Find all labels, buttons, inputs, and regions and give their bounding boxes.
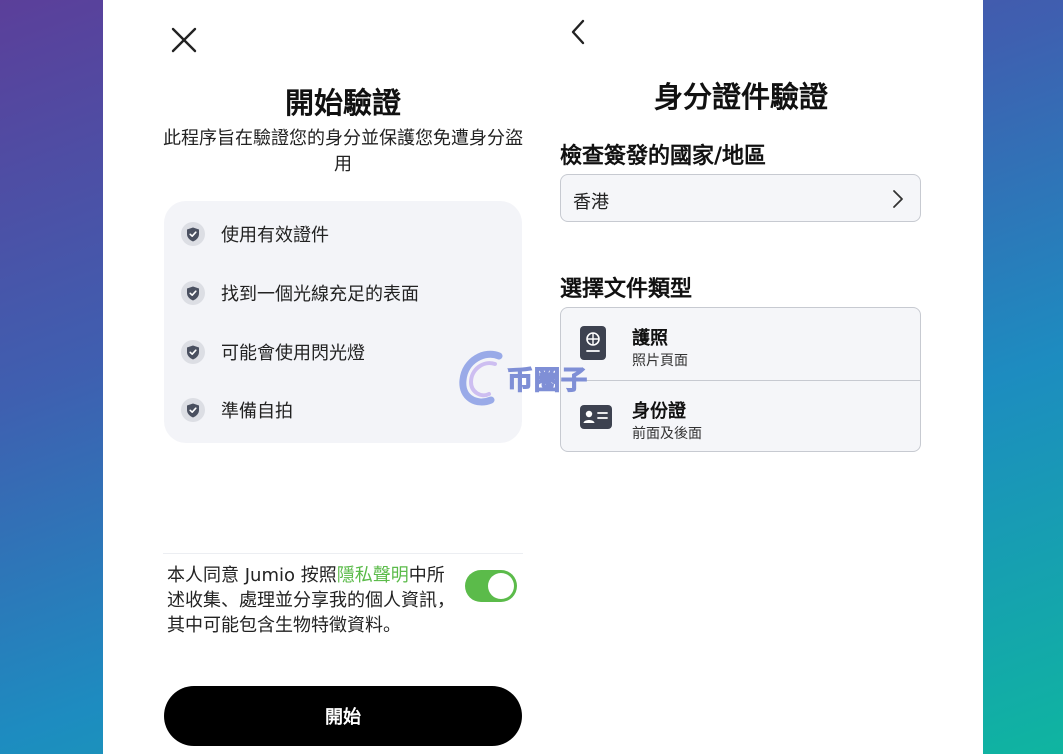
country-value: 香港 bbox=[573, 192, 609, 213]
watermark-logo-icon bbox=[459, 350, 503, 406]
checklist-item-label: 找到一個光線充足的表面 bbox=[221, 284, 419, 305]
shield-check-icon bbox=[181, 222, 205, 246]
doc-option-passport[interactable]: 護照 照片頁面 bbox=[561, 308, 920, 380]
doc-type-label: 選擇文件類型 bbox=[560, 277, 693, 302]
checklist-item-label: 可能會使用閃光燈 bbox=[221, 343, 365, 364]
shield-check-icon bbox=[181, 281, 205, 305]
shield-check-icon bbox=[181, 398, 205, 422]
watermark-text: 币圈子 bbox=[506, 365, 589, 396]
back-chevron-icon[interactable] bbox=[568, 18, 590, 46]
page-title: 身分證件驗證 bbox=[653, 80, 828, 114]
page-title: 開始驗證 bbox=[284, 86, 401, 120]
consent-prefix: 本人同意 Jumio 按照 bbox=[167, 565, 337, 586]
consent-text: 本人同意 Jumio 按照隱私聲明中所述收集、處理並分享我的個人資訊，其中可能包… bbox=[167, 563, 457, 638]
close-icon[interactable] bbox=[171, 27, 197, 53]
checklist-item: 找到一個光線充足的表面 bbox=[181, 278, 419, 308]
country-label: 檢查簽發的國家/地區 bbox=[560, 144, 767, 169]
chevron-right-icon bbox=[893, 190, 903, 208]
toggle-knob bbox=[488, 573, 514, 599]
divider bbox=[163, 553, 523, 554]
doc-option-title: 身份證 bbox=[632, 401, 686, 422]
shield-check-icon bbox=[181, 340, 205, 364]
doc-option-id-card[interactable]: 身份證 前面及後面 bbox=[561, 381, 920, 451]
consent-toggle[interactable] bbox=[465, 570, 517, 602]
checklist-item: 可能會使用閃光燈 bbox=[181, 337, 365, 367]
privacy-notice-link[interactable]: 隱私聲明 bbox=[337, 565, 409, 586]
page-subtitle: 此程序旨在驗證您的身分並保護您免遭身分盜用 bbox=[163, 128, 523, 175]
screens-panel: 開始驗證 此程序旨在驗證您的身分並保護您免遭身分盜用 使用有效證件 找到一個光線… bbox=[103, 0, 983, 754]
watermark: 币圈子 bbox=[455, 348, 605, 408]
start-button[interactable]: 開始 bbox=[164, 686, 522, 746]
doc-option-title: 護照 bbox=[632, 328, 668, 349]
checklist-item-label: 使用有效證件 bbox=[221, 225, 329, 246]
document-type-list: 護照 照片頁面 身份證 前面及後面 bbox=[560, 307, 921, 452]
doc-option-subtitle: 前面及後面 bbox=[632, 426, 702, 442]
checklist-item-label: 準備自拍 bbox=[221, 401, 293, 422]
checklist-item: 使用有效證件 bbox=[181, 219, 329, 249]
doc-option-subtitle: 照片頁面 bbox=[632, 353, 688, 369]
checklist-item: 準備自拍 bbox=[181, 395, 293, 425]
country-select[interactable]: 香港 bbox=[560, 174, 921, 222]
